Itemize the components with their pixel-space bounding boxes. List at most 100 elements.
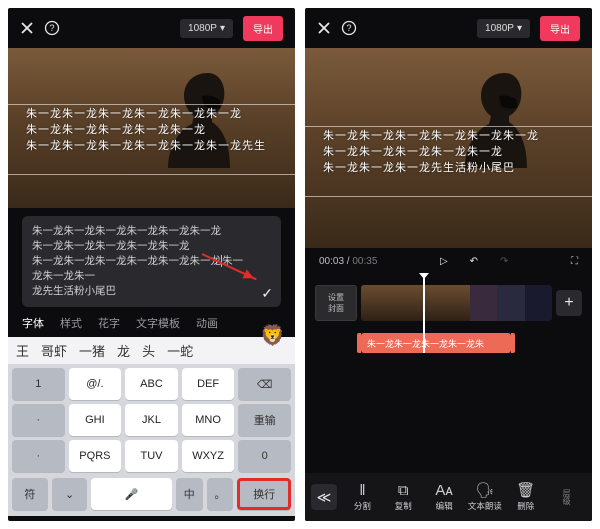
tool-tts[interactable]: 🗣 文本朗读 [465, 482, 504, 512]
fullscreen-icon[interactable]: ⛶ [571, 256, 578, 267]
key-enter[interactable]: 换行 [237, 478, 291, 510]
input-line: 朱一龙朱一龙朱一龙朱一龙朱一龙朱一龙 [32, 224, 253, 239]
chevron-down-icon: ▾ [517, 23, 522, 34]
resolution-button[interactable]: 1080P▾ [477, 19, 530, 38]
key[interactable]: DEF [182, 368, 235, 400]
delete-icon: 🗑 [516, 482, 535, 498]
resolution-label: 1080P [485, 23, 514, 34]
help-icon[interactable]: ? [44, 20, 60, 36]
top-bar: ? 1080P▾ 导出 [8, 8, 295, 48]
tool-label: 删除 [517, 500, 534, 512]
cover-button[interactable]: 设置 封面 [315, 285, 357, 321]
suggestion[interactable]: 龙 [117, 341, 130, 360]
guide-line [8, 174, 295, 175]
keyboard-bottom: 符 ⌄ 🎤 中 。 换行 [8, 478, 295, 516]
key-num[interactable]: 1 [12, 368, 65, 400]
emoji-icon[interactable]: 🦁 [260, 323, 285, 348]
close-icon[interactable] [317, 21, 331, 35]
bottom-toolbar: ≪ ‖ 分割 ⧉ 复制 Aᴀ 编辑 🗣 文本朗读 🗑 删除 层级 [305, 473, 592, 521]
play-icon[interactable]: ▷ [440, 256, 448, 267]
video-preview[interactable]: 朱一龙朱一龙朱一龙朱一龙朱一龙朱一龙 朱一龙朱一龙朱一龙朱一龙朱一龙 朱一龙朱一… [8, 48, 295, 208]
input-line: 朱一龙朱一龙朱一龙朱一龙朱一龙朱一龙 [32, 255, 221, 267]
tab-fancy[interactable]: 花字 [98, 315, 120, 331]
back-icon[interactable]: ≪ [311, 484, 337, 510]
tab-font[interactable]: 字体 [22, 315, 44, 331]
tool-edit[interactable]: Aᴀ 编辑 [425, 482, 464, 512]
input-line: 龙先生活粉小尾巴 [32, 284, 253, 299]
close-icon[interactable] [20, 21, 34, 35]
overlay-line: 朱一龙朱一龙朱一龙朱一龙朱一龙 [26, 122, 277, 138]
edit-icon: Aᴀ [435, 482, 452, 498]
tool-copy[interactable]: ⧉ 复制 [384, 482, 423, 512]
tool-split[interactable]: ‖ 分割 [343, 482, 382, 512]
key[interactable]: TUV [125, 440, 178, 472]
suggestion[interactable]: 哥虾 [41, 341, 67, 360]
guide-line [305, 196, 592, 197]
suggestion[interactable]: 王 [16, 341, 29, 360]
key[interactable]: @/. [69, 368, 122, 400]
tool-label: 分割 [354, 500, 371, 512]
timeline[interactable]: 设置 封面 + 朱一龙朱一龙朱一龙朱一龙朱 [305, 275, 592, 353]
tab-anim[interactable]: 动画 [196, 315, 218, 331]
keyboard-suggestions: 🦁 王 哥虾 一猪 龙 头 一蛇 [8, 337, 295, 364]
key[interactable]: MNO [182, 404, 235, 436]
confirm-icon[interactable]: ✓ [261, 286, 273, 301]
key-backspace-icon[interactable]: ⌫ [238, 368, 291, 400]
redo-icon[interactable]: ↷ [500, 256, 508, 267]
playback-bar: 00:03 / 00:35 ▷ ↶ ↷ ⛶ [305, 248, 592, 275]
key-symbol[interactable]: 符 [12, 478, 48, 510]
key[interactable]: GHI [69, 404, 122, 436]
playhead[interactable] [423, 275, 425, 353]
tool-layer[interactable]: 层级 [547, 489, 586, 505]
tool-label: 编辑 [436, 500, 453, 512]
overlay-line: 朱一龙朱一龙朱一龙先生活粉小尾巴 [323, 160, 574, 176]
key-punct[interactable]: 。 [207, 478, 234, 510]
key-lang[interactable]: 中 [176, 478, 203, 510]
chevron-down-icon: ▾ [220, 23, 225, 34]
key[interactable]: · [12, 440, 65, 472]
text-tabs: 字体 样式 花字 文字模板 动画 [8, 307, 295, 337]
key[interactable]: ABC [125, 368, 178, 400]
suggestion[interactable]: 一猪 [79, 341, 105, 360]
key[interactable]: PQRS [69, 440, 122, 472]
suggestion[interactable]: 一蛇 [167, 341, 193, 360]
add-clip-button[interactable]: + [556, 290, 582, 316]
text-input-box[interactable]: 朱一龙朱一龙朱一龙朱一龙朱一龙朱一龙 朱一龙朱一龙朱一龙朱一龙朱一龙 朱一龙朱一… [22, 216, 281, 307]
guide-line [305, 126, 592, 127]
undo-icon[interactable]: ↶ [470, 256, 478, 267]
clip-thumbnails[interactable] [361, 285, 552, 321]
input-line: 朱一龙朱一龙朱一龙朱一龙朱一龙 [32, 239, 253, 254]
tool-delete[interactable]: 🗑 删除 [506, 482, 545, 512]
text-overlay[interactable]: 朱一龙朱一龙朱一龙朱一龙朱一龙朱一龙 朱一龙朱一龙朱一龙朱一龙朱一龙 朱一龙朱一… [8, 106, 295, 154]
suggestion[interactable]: 头 [142, 341, 155, 360]
text-overlay[interactable]: 朱一龙朱一龙朱一龙朱一龙朱一龙朱一龙 朱一龙朱一龙朱一龙朱一龙朱一龙 朱一龙朱一… [305, 128, 592, 176]
key-reset[interactable]: 重输 [238, 404, 291, 436]
key-zero[interactable]: 0 [238, 440, 291, 472]
split-icon: ‖ [359, 482, 365, 498]
tab-template[interactable]: 文字模板 [136, 315, 180, 331]
copy-icon: ⧉ [398, 482, 409, 498]
resolution-button[interactable]: 1080P▾ [180, 19, 233, 38]
key[interactable]: · [12, 404, 65, 436]
tool-label: 文本朗读 [468, 500, 502, 512]
help-icon[interactable]: ? [341, 20, 357, 36]
tts-icon: 🗣 [475, 482, 494, 498]
tool-label: 复制 [395, 500, 412, 512]
svg-text:?: ? [346, 23, 351, 33]
overlay-line: 朱一龙朱一龙朱一龙朱一龙朱一龙朱一龙先生 [26, 138, 277, 154]
guide-line [8, 104, 295, 105]
overlay-line: 朱一龙朱一龙朱一龙朱一龙朱一龙 [323, 144, 574, 160]
svg-text:?: ? [49, 23, 54, 33]
current-time: 00:03 [319, 256, 344, 267]
keyboard: 1 @/. ABC DEF ⌫ · GHI JKL MNO 重输 · PQRS … [8, 364, 295, 478]
key[interactable]: WXYZ [182, 440, 235, 472]
video-preview[interactable]: 朱一龙朱一龙朱一龙朱一龙朱一龙朱一龙 朱一龙朱一龙朱一龙朱一龙朱一龙 朱一龙朱一… [305, 48, 592, 248]
overlay-line: 朱一龙朱一龙朱一龙朱一龙朱一龙朱一龙 [26, 106, 277, 122]
export-button[interactable]: 导出 [540, 16, 580, 41]
text-track-clip[interactable]: 朱一龙朱一龙朱一龙朱一龙朱 [361, 333, 511, 353]
key[interactable]: JKL [125, 404, 178, 436]
key-mic-icon[interactable]: 🎤 [91, 478, 171, 510]
key-hide-icon[interactable]: ⌄ [52, 478, 88, 510]
export-button[interactable]: 导出 [243, 16, 283, 41]
tab-style[interactable]: 样式 [60, 315, 82, 331]
